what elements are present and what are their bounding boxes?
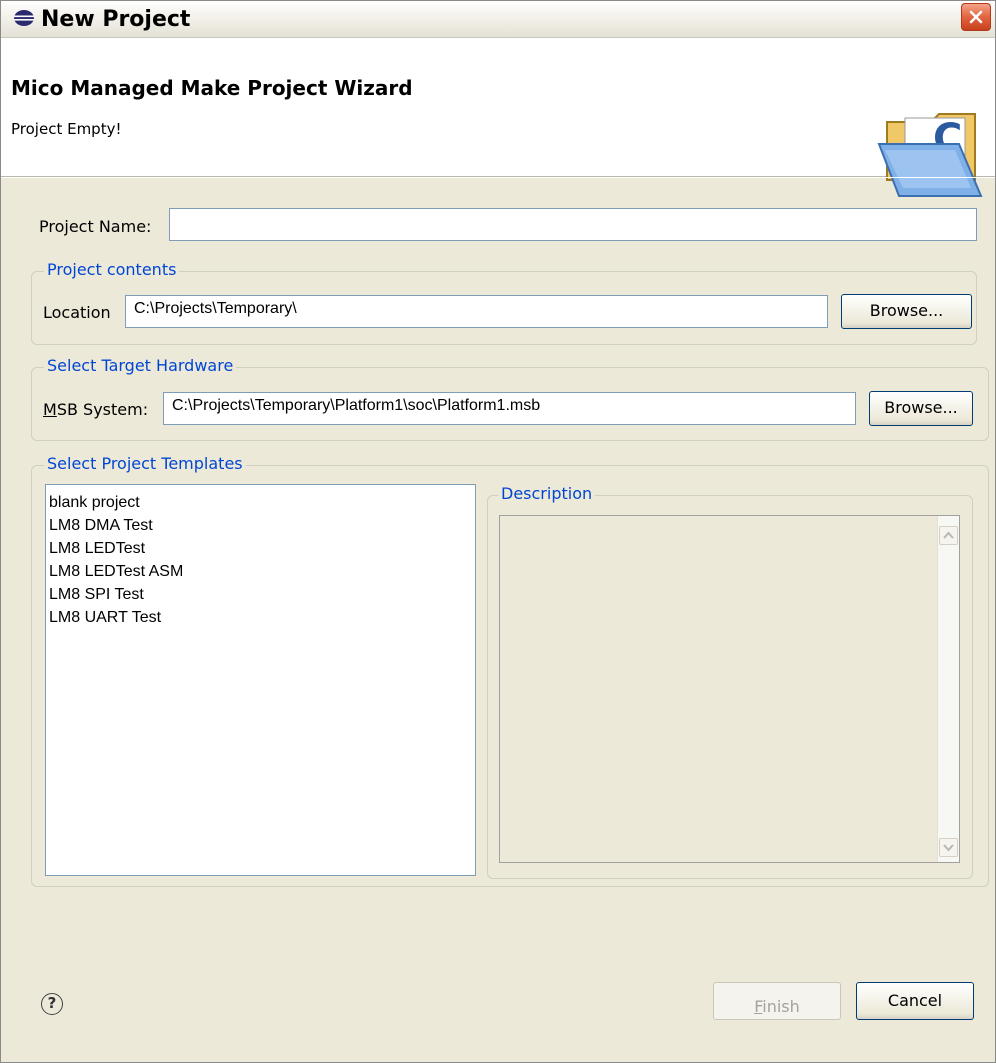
eclipse-icon [14, 10, 34, 26]
msb-browse-button[interactable]: Browse... [869, 391, 973, 426]
description-legend: Description [498, 484, 596, 503]
description-text-area[interactable] [499, 515, 960, 863]
location-label: Location [43, 303, 111, 322]
header-divider [1, 177, 995, 178]
project-name-label: Project Name: [39, 217, 152, 236]
msb-system-field[interactable]: C:\Projects\Temporary\Platform1\soc\Plat… [163, 392, 856, 425]
wizard-message: Project Empty! [11, 120, 122, 138]
msb-system-label: MSB System: [43, 400, 148, 419]
msb-browse-label: Browse... [884, 398, 958, 417]
scroll-up-button[interactable] [939, 526, 958, 545]
finish-button[interactable]: Finish [713, 982, 841, 1020]
templates-list[interactable]: blank project LM8 DMA Test LM8 LEDTest L… [45, 484, 476, 876]
location-field[interactable]: C:\Projects\Temporary\ [125, 295, 828, 328]
c-project-folder-icon: C [877, 113, 983, 197]
scroll-up-icon [943, 531, 954, 539]
scroll-down-button[interactable] [939, 838, 958, 857]
description-scrollbar[interactable] [937, 516, 959, 862]
new-project-dialog: New Project Mico Managed Make Project Wi… [0, 0, 996, 1063]
list-item[interactable]: LM8 LEDTest [49, 537, 472, 560]
title-bar[interactable]: New Project [1, 1, 995, 38]
finish-label-text: inish [762, 997, 800, 1016]
wizard-title: Mico Managed Make Project Wizard [11, 76, 413, 100]
list-item[interactable]: blank project [49, 491, 472, 514]
location-browse-label: Browse... [869, 301, 944, 320]
close-icon [969, 10, 983, 24]
cancel-button[interactable]: Cancel [856, 982, 974, 1020]
scroll-down-icon [943, 844, 954, 852]
list-item[interactable]: LM8 DMA Test [49, 514, 472, 537]
project-contents-legend: Project contents [44, 260, 180, 279]
target-hardware-legend: Select Target Hardware [44, 356, 237, 375]
location-browse-button[interactable]: Browse... [841, 294, 972, 329]
close-button[interactable] [961, 3, 991, 31]
list-item[interactable]: LM8 SPI Test [49, 583, 472, 606]
project-name-input[interactable] [169, 208, 977, 241]
cancel-label: Cancel [887, 991, 943, 1010]
help-icon[interactable]: ? [41, 993, 63, 1015]
msb-label-text: SB System: [56, 400, 149, 419]
list-item[interactable]: LM8 LEDTest ASM [49, 560, 472, 583]
msb-mnemonic: M [43, 400, 57, 419]
finish-label: Finish [754, 991, 800, 1016]
wizard-header: Mico Managed Make Project Wizard Project… [1, 38, 995, 197]
window-title: New Project [41, 7, 191, 32]
project-templates-legend: Select Project Templates [44, 454, 246, 473]
list-item[interactable]: LM8 UART Test [49, 606, 472, 629]
